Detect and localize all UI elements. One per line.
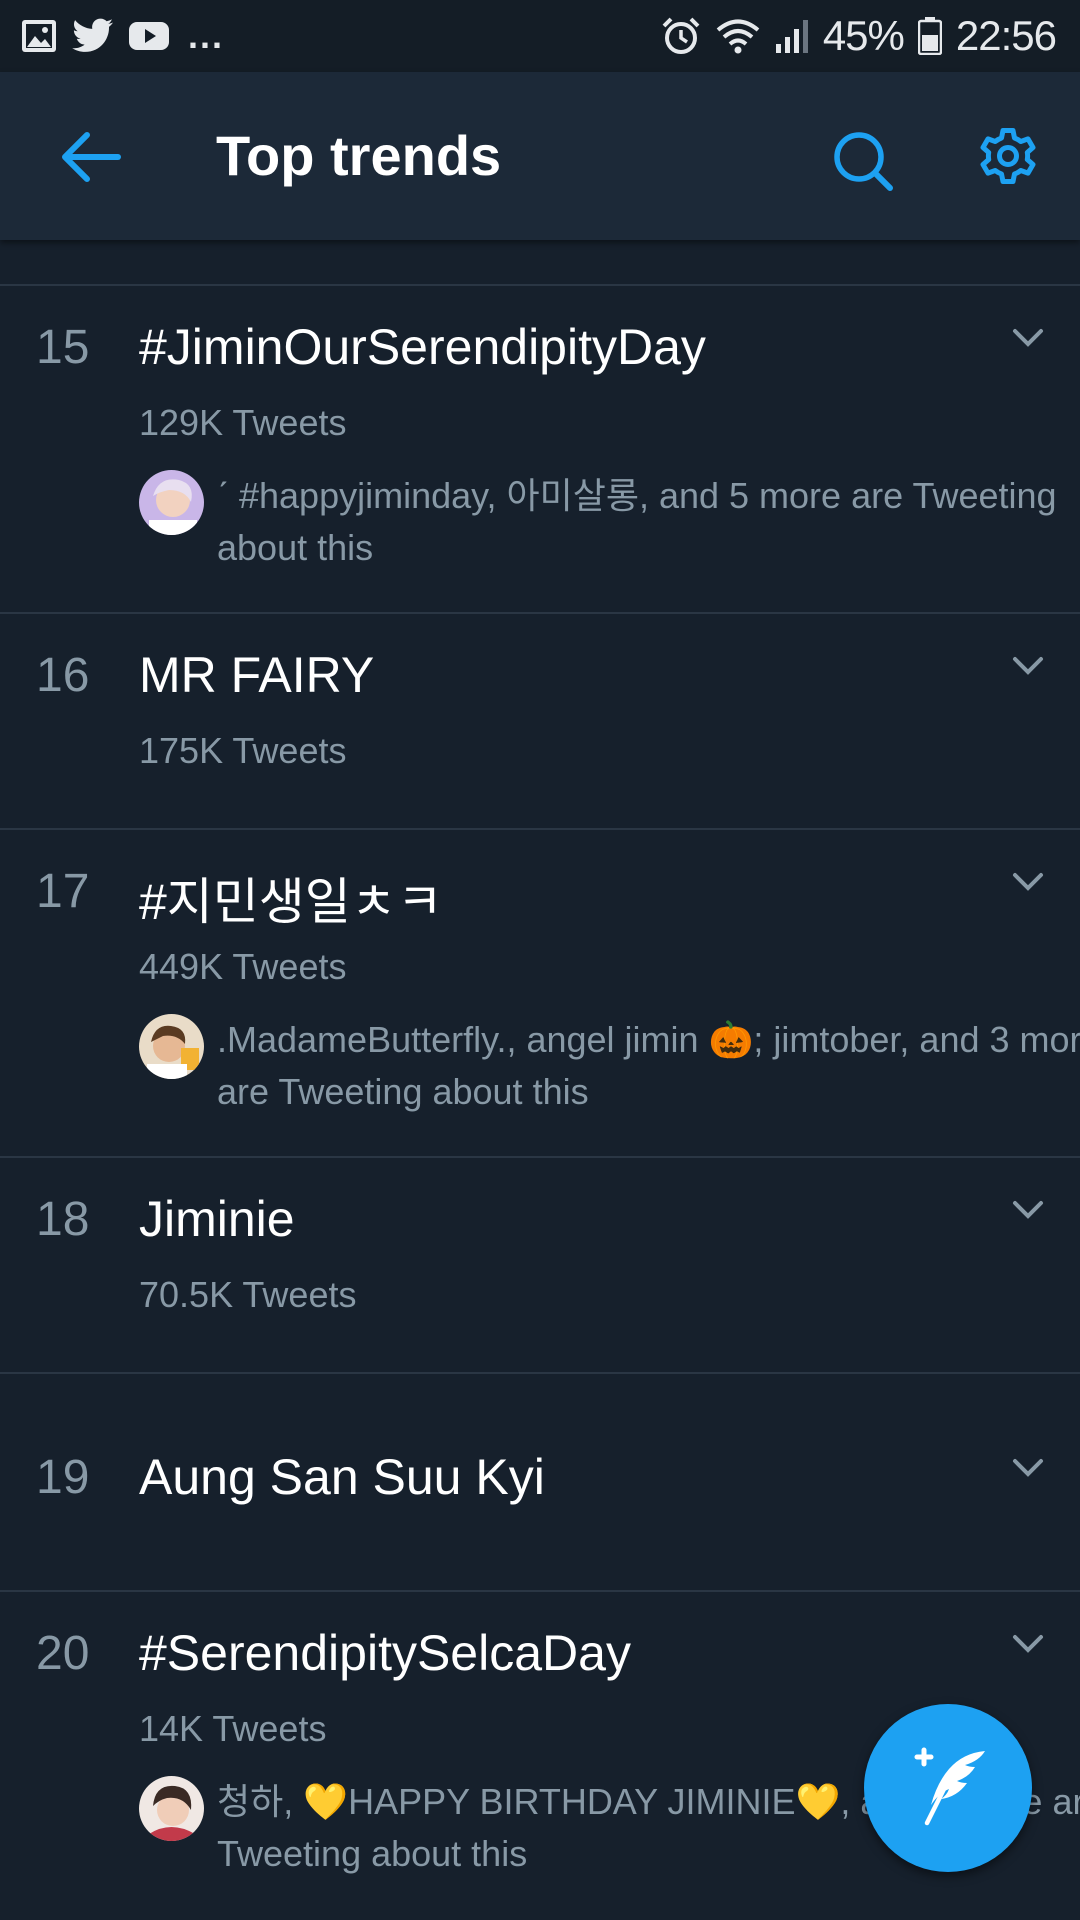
trend-rank: 16	[36, 649, 90, 702]
search-button[interactable]	[824, 124, 902, 202]
trend-tweet-count: 449K Tweets	[139, 946, 347, 987]
chevron-down-icon[interactable]	[1010, 1456, 1046, 1480]
trend-item-18[interactable]: 18 Jiminie 70.5K Tweets	[0, 1158, 1080, 1372]
trend-name: MR FAIRY	[139, 647, 375, 703]
battery-icon	[917, 17, 942, 55]
status-bar-right: 45% 22:56	[661, 12, 1057, 60]
avatar	[139, 470, 204, 535]
chevron-down-icon[interactable]	[1010, 326, 1046, 350]
avatar	[139, 1014, 204, 1079]
trend-item-17[interactable]: 17 #지민생일ㅊㅋ 449K Tweets .MadameButterfly.…	[0, 830, 1080, 1156]
trend-name: Jiminie	[139, 1191, 295, 1247]
trend-rank: 15	[36, 321, 90, 374]
trend-tweet-count: 129K Tweets	[139, 402, 347, 443]
chevron-down-icon[interactable]	[1010, 1198, 1046, 1222]
trend-rank: 19	[36, 1451, 90, 1504]
trend-tweet-count: 14K Tweets	[139, 1708, 327, 1749]
trend-context: ˊ #happyjiminday, 아미살롱, and 5 more are T…	[139, 470, 1080, 574]
trend-context-text: .MadameButterfly., angel jimin 🎃; jimtob…	[217, 1019, 1080, 1112]
chevron-down-icon[interactable]	[1010, 870, 1046, 894]
trend-rank: 20	[36, 1627, 90, 1680]
app-bar: Top trends	[0, 72, 1080, 240]
search-icon	[832, 130, 894, 197]
trend-name: #JiminOurSerendipityDay	[139, 319, 706, 375]
signal-icon	[775, 18, 809, 54]
trends-list: 15 #JiminOurSerendipityDay 129K Tweets ˊ…	[0, 240, 1080, 1920]
battery-percent: 45%	[822, 12, 905, 59]
trend-context: .MadameButterfly., angel jimin 🎃; jimtob…	[139, 1014, 1080, 1118]
trend-name: Aung San Suu Kyi	[139, 1449, 545, 1505]
trend-name: #SerendipitySelcaDay	[139, 1625, 631, 1681]
trend-item-19[interactable]: 19 Aung San Suu Kyi	[0, 1374, 1080, 1588]
clock: 22:56	[955, 12, 1057, 59]
trend-item-15[interactable]: 15 #JiminOurSerendipityDay 129K Tweets ˊ…	[0, 286, 1080, 612]
chevron-down-icon[interactable]	[1010, 654, 1046, 678]
status-bar-left: ...	[20, 15, 224, 57]
back-button[interactable]	[56, 124, 126, 194]
trend-rank: 18	[36, 1193, 90, 1246]
trend-name: #지민생일ㅊㅋ	[139, 874, 443, 930]
status-bar: ... 45% 22:56	[0, 0, 1080, 72]
page-title: Top trends	[216, 124, 502, 187]
compose-tweet-icon	[905, 1743, 991, 1834]
trend-tweet-count: 70.5K Tweets	[139, 1274, 357, 1315]
youtube-icon	[128, 20, 170, 52]
trend-item-16[interactable]: 16 MR FAIRY 175K Tweets	[0, 614, 1080, 828]
compose-tweet-button[interactable]	[864, 1704, 1032, 1872]
chevron-down-icon[interactable]	[1010, 1632, 1046, 1656]
image-icon	[20, 17, 58, 55]
trend-context-text: ˊ #happyjiminday, 아미살롱, and 5 more are T…	[217, 475, 1057, 568]
arrow-left-icon	[60, 130, 122, 189]
twitter-bird-icon	[72, 18, 114, 54]
settings-button[interactable]	[972, 122, 1044, 194]
gear-icon	[976, 124, 1040, 193]
more-notifications-indicator: ...	[188, 15, 225, 56]
avatar	[139, 1776, 204, 1841]
trend-rank: 17	[36, 865, 90, 918]
alarm-icon	[661, 16, 701, 56]
trend-tweet-count: 175K Tweets	[139, 730, 347, 771]
wifi-icon	[715, 17, 761, 55]
